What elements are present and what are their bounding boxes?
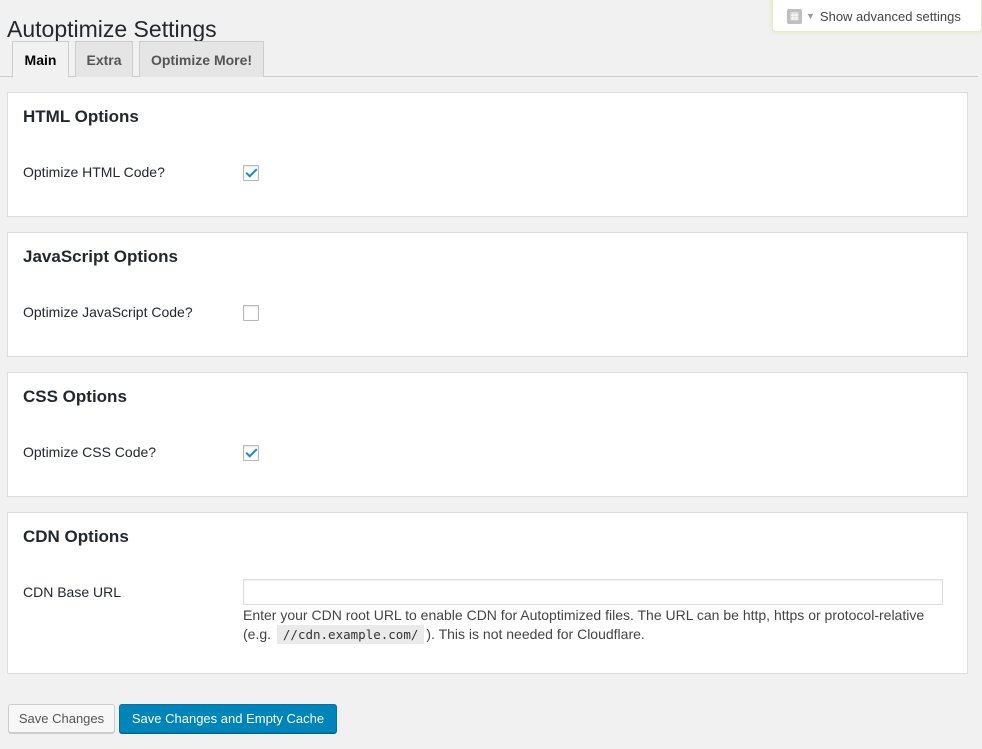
tab-main[interactable]: Main xyxy=(12,41,69,78)
javascript-options-heading: JavaScript Options xyxy=(23,247,178,266)
cdn-example-code: //cdn.example.com/ xyxy=(276,625,425,644)
checkmark-icon xyxy=(244,165,258,178)
tab-optimize-more[interactable]: Optimize More! xyxy=(139,41,264,77)
javascript-options-panel: JavaScript Options Optimize JavaScript C… xyxy=(7,232,968,357)
save-changes-button[interactable]: Save Changes xyxy=(8,704,115,733)
optimize-javascript-label: Optimize JavaScript Code? xyxy=(23,304,193,320)
html-options-heading: HTML Options xyxy=(23,107,139,126)
optimize-html-checkbox[interactable] xyxy=(243,165,259,181)
settings-toggle-icon: ▦ xyxy=(787,8,802,24)
advanced-settings-label: Show advanced settings xyxy=(819,8,961,24)
caret-down-icon: ▼ xyxy=(806,11,815,21)
optimize-css-checkbox[interactable] xyxy=(243,445,259,461)
css-options-panel: CSS Options Optimize CSS Code? xyxy=(7,372,968,497)
cdn-options-panel: CDN Options CDN Base URL Enter your CDN … xyxy=(7,512,968,674)
html-options-panel: HTML Options Optimize HTML Code? xyxy=(7,92,968,217)
save-and-empty-cache-button[interactable]: Save Changes and Empty Cache xyxy=(119,704,337,733)
css-options-heading: CSS Options xyxy=(23,387,127,406)
cdn-options-heading: CDN Options xyxy=(23,527,129,546)
show-advanced-settings-toggle[interactable]: ▦ ▼ Show advanced settings xyxy=(772,0,982,32)
optimize-javascript-checkbox[interactable] xyxy=(243,305,259,321)
tab-bar: Main Extra Optimize More! xyxy=(0,40,978,78)
cdn-desc-text-end: ). This is not needed for Cloudflare. xyxy=(426,626,645,642)
tab-extra[interactable]: Extra xyxy=(75,41,133,77)
optimize-css-label: Optimize CSS Code? xyxy=(23,444,157,460)
cdn-base-url-input[interactable] xyxy=(243,579,943,605)
optimize-html-label: Optimize HTML Code? xyxy=(23,164,165,180)
cdn-base-url-label: CDN Base URL xyxy=(23,584,122,600)
cdn-description: Enter your CDN root URL to enable CDN fo… xyxy=(243,606,943,644)
checkmark-icon xyxy=(244,445,258,458)
